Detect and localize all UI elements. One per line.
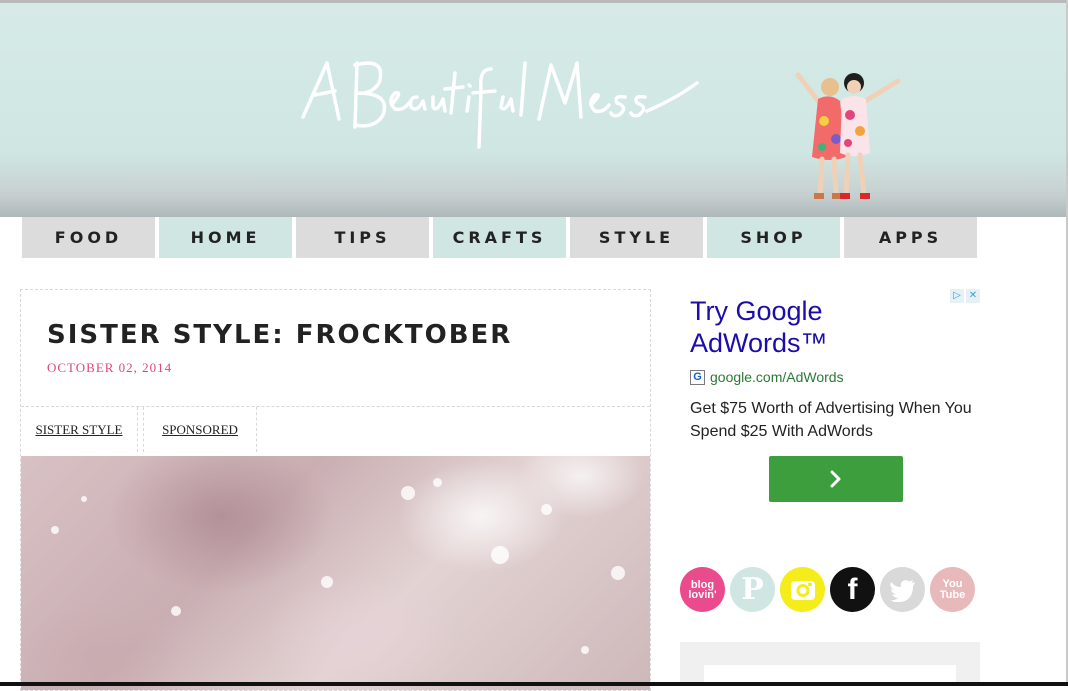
site-logo[interactable] [295, 43, 705, 153]
facebook-icon[interactable]: f [830, 567, 875, 612]
header-photo-girls [795, 72, 901, 199]
post-featured-image[interactable] [21, 456, 650, 690]
twitter-icon[interactable] [880, 567, 925, 612]
ad-display-url[interactable]: G google.com/AdWords [690, 369, 844, 385]
ad-headline[interactable]: Try Google AdWords™ [690, 295, 930, 359]
nav-item-apps[interactable]: APPS [844, 217, 977, 258]
image-bokeh [541, 504, 552, 515]
image-bokeh [581, 646, 589, 654]
post-title[interactable]: SISTER STYLE: FROCKTOBER [47, 320, 512, 350]
ad-url-text[interactable]: google.com/AdWords [710, 369, 844, 385]
social-icons: blog lovin' P f You Tube [680, 567, 975, 612]
nav-item-food[interactable]: FOOD [22, 217, 155, 258]
sidebar-widget [680, 642, 980, 686]
ad-choices[interactable]: ▷ ✕ [950, 289, 980, 303]
bird-icon [889, 579, 915, 602]
nav-item-shop[interactable]: SHOP [707, 217, 840, 258]
pinterest-icon[interactable]: P [730, 567, 775, 612]
google-favicon-icon: G [690, 369, 705, 385]
image-bokeh [401, 486, 415, 500]
close-icon[interactable]: ✕ [966, 289, 980, 303]
header-banner [0, 3, 1068, 217]
chevron-right-icon [830, 470, 841, 488]
play-icon[interactable]: ▷ [950, 289, 964, 303]
tag-sponsored[interactable]: SPONSORED [143, 407, 257, 452]
bloglovin-icon[interactable]: blog lovin' [680, 567, 725, 612]
image-bokeh [491, 546, 509, 564]
tag-sister-style[interactable]: SISTER STYLE [21, 407, 138, 452]
main-nav: FOOD HOME TIPS CRAFTS STYLE SHOP APPS [22, 217, 977, 258]
image-bokeh [51, 526, 59, 534]
nav-item-home[interactable]: HOME [159, 217, 292, 258]
camera-icon [790, 580, 815, 600]
instagram-icon[interactable] [780, 567, 825, 612]
nav-item-tips[interactable]: TIPS [296, 217, 429, 258]
image-bokeh [321, 576, 333, 588]
image-bokeh [81, 496, 87, 502]
nav-item-crafts[interactable]: CRAFTS [433, 217, 566, 258]
image-bokeh [611, 566, 625, 580]
sidebar-ad: ▷ ✕ Try Google AdWords™ G google.com/AdW… [680, 289, 980, 539]
window-bottom-border [0, 682, 1068, 686]
youtube-icon[interactable]: You Tube [930, 567, 975, 612]
image-bokeh [171, 606, 181, 616]
nav-item-style[interactable]: STYLE [570, 217, 703, 258]
ad-cta-button[interactable] [769, 456, 903, 502]
image-bokeh [433, 478, 442, 487]
post-card: SISTER STYLE: FROCKTOBER OCTOBER 02, 201… [20, 289, 651, 691]
post-date: OCTOBER 02, 2014 [47, 360, 173, 375]
ad-body-text: Get $75 Worth of Advertising When You Sp… [690, 400, 972, 440]
